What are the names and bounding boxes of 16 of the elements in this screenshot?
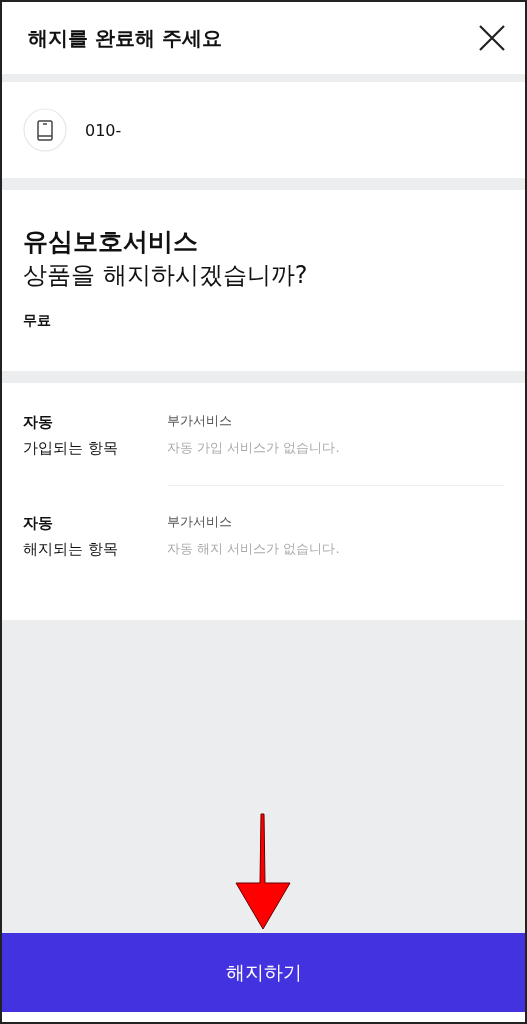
- cancel-question: 상품을 해지하시겠습니까?: [23, 260, 309, 291]
- row-label-bold: 자동: [23, 513, 54, 534]
- empty-message: 자동 해지 서비스가 없습니다.: [167, 540, 340, 558]
- row-label: 가입되는 항목: [23, 438, 119, 459]
- dialog-title: 해지를 완료해 주세요: [28, 24, 222, 52]
- cancel-button[interactable]: 해지하기: [2, 933, 525, 1012]
- product-name: 유심보호서비스: [23, 226, 199, 258]
- phone-number: 010-: [85, 120, 122, 140]
- row-label: 해지되는 항목: [23, 539, 119, 560]
- close-icon[interactable]: [479, 25, 505, 51]
- empty-message: 자동 가입 서비스가 없습니다.: [167, 439, 340, 457]
- category-label: 부가서비스: [167, 412, 233, 430]
- row-label-bold: 자동: [23, 412, 54, 433]
- category-label: 부가서비스: [167, 513, 233, 531]
- product-price: 무료: [23, 312, 52, 330]
- phone-icon: [23, 108, 67, 152]
